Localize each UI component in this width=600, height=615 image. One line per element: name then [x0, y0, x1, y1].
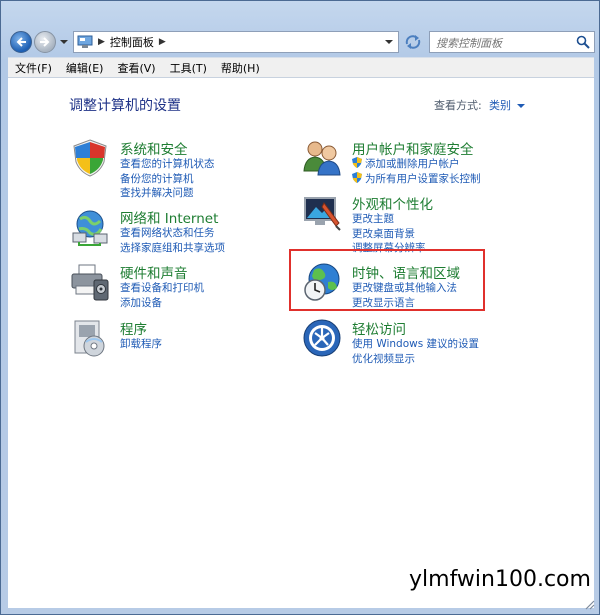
- link-optimize-video-display[interactable]: 优化视频显示: [352, 352, 479, 367]
- category-links: 查看设备和打印机 添加设备: [120, 281, 204, 310]
- link-label[interactable]: 添加或删除用户帐户: [365, 158, 460, 170]
- menu-file[interactable]: 文件(F): [8, 60, 59, 76]
- monitor-icon[interactable]: [302, 193, 342, 233]
- view-by-label: 查看方式:: [434, 99, 482, 112]
- search-input[interactable]: [434, 34, 574, 52]
- programs-icon[interactable]: [70, 318, 110, 358]
- back-button[interactable]: [10, 31, 32, 53]
- uac-shield-icon: [352, 171, 362, 183]
- link-windows-recommended-settings[interactable]: 使用 Windows 建议的设置: [352, 337, 479, 352]
- menu-help[interactable]: 帮助(H): [214, 60, 267, 76]
- category-title[interactable]: 用户帐户和家庭安全: [352, 138, 474, 158]
- category-title[interactable]: 网络和 Internet: [120, 207, 218, 227]
- page-title: 调整计算机的设置: [69, 98, 181, 114]
- category-links: 卸载程序: [120, 337, 162, 352]
- link-change-theme[interactable]: 更改主题: [352, 212, 426, 227]
- category-links: 查看您的计算机状态 备份您的计算机 查找并解决问题: [120, 157, 215, 201]
- category-title[interactable]: 程序: [120, 318, 147, 338]
- menu-tools[interactable]: 工具(T): [163, 60, 214, 76]
- view-by-dropdown[interactable]: 类别: [489, 97, 525, 113]
- link-desktop-background[interactable]: 更改桌面背景: [352, 227, 426, 242]
- control-panel-icon: [77, 35, 93, 48]
- title-bar: [1, 1, 599, 29]
- chevron-down-icon[interactable]: [384, 37, 394, 47]
- link-devices-printers[interactable]: 查看设备和打印机: [120, 281, 204, 296]
- control-panel-window: ▶ 控制面板 ▶ 文件(F) 编辑(E) 查看(V) 工具(T) 帮助(H) 调…: [0, 0, 600, 615]
- link-backup-computer[interactable]: 备份您的计算机: [120, 172, 215, 187]
- link-label[interactable]: 为所有用户设置家长控制: [365, 173, 481, 185]
- category-links: 查看网络状态和任务 选择家庭组和共享选项: [120, 226, 225, 255]
- category-title[interactable]: 系统和安全: [120, 138, 188, 158]
- refresh-icon[interactable]: [404, 34, 422, 50]
- network-icon[interactable]: [70, 207, 110, 247]
- link-troubleshoot[interactable]: 查找并解决问题: [120, 186, 215, 201]
- category-links: 使用 Windows 建议的设置 优化视频显示: [352, 337, 479, 366]
- search-icon[interactable]: [576, 35, 590, 49]
- watermark: ylmfwin100.com: [409, 567, 591, 592]
- content-pane: 调整计算机的设置 查看方式: 类别 系统和安全 查看您的计算机状态 备份您的计算…: [8, 77, 594, 608]
- breadcrumb-separator-icon[interactable]: ▶: [159, 37, 166, 47]
- forward-button[interactable]: [34, 31, 56, 53]
- link-network-status[interactable]: 查看网络状态和任务: [120, 226, 225, 241]
- link-uninstall-program[interactable]: 卸载程序: [120, 337, 162, 352]
- menu-edit[interactable]: 编辑(E): [59, 60, 111, 76]
- recent-pages-dropdown[interactable]: [59, 37, 69, 47]
- arrow-left-icon: [16, 37, 26, 47]
- breadcrumb-separator-icon: ▶: [98, 37, 105, 47]
- link-add-remove-users[interactable]: 添加或删除用户帐户: [352, 157, 481, 172]
- category-title[interactable]: 外观和个性化: [352, 193, 433, 213]
- printer-icon[interactable]: [70, 262, 110, 302]
- accessibility-icon[interactable]: [302, 318, 342, 358]
- link-add-device[interactable]: 添加设备: [120, 296, 204, 311]
- menu-view[interactable]: 查看(V): [110, 60, 162, 76]
- arrow-right-icon: [40, 37, 50, 47]
- search-box[interactable]: [429, 31, 595, 53]
- category-title[interactable]: 轻松访问: [352, 318, 406, 338]
- highlight-box: [289, 249, 485, 311]
- users-icon[interactable]: [302, 138, 342, 178]
- link-parental-controls[interactable]: 为所有用户设置家长控制: [352, 171, 481, 187]
- link-homegroup-sharing[interactable]: 选择家庭组和共享选项: [120, 241, 225, 256]
- category-links: 添加或删除用户帐户 为所有用户设置家长控制: [352, 157, 481, 186]
- resize-grip-icon[interactable]: [583, 598, 595, 610]
- uac-shield-icon: [352, 157, 362, 168]
- category-title[interactable]: 硬件和声音: [120, 262, 188, 282]
- link-view-computer-status[interactable]: 查看您的计算机状态: [120, 157, 215, 172]
- address-bar[interactable]: ▶ 控制面板 ▶: [73, 31, 399, 53]
- breadcrumb-control-panel[interactable]: 控制面板: [110, 34, 154, 50]
- menu-bar: 文件(F) 编辑(E) 查看(V) 工具(T) 帮助(H): [8, 57, 594, 78]
- shield-icon[interactable]: [70, 138, 110, 178]
